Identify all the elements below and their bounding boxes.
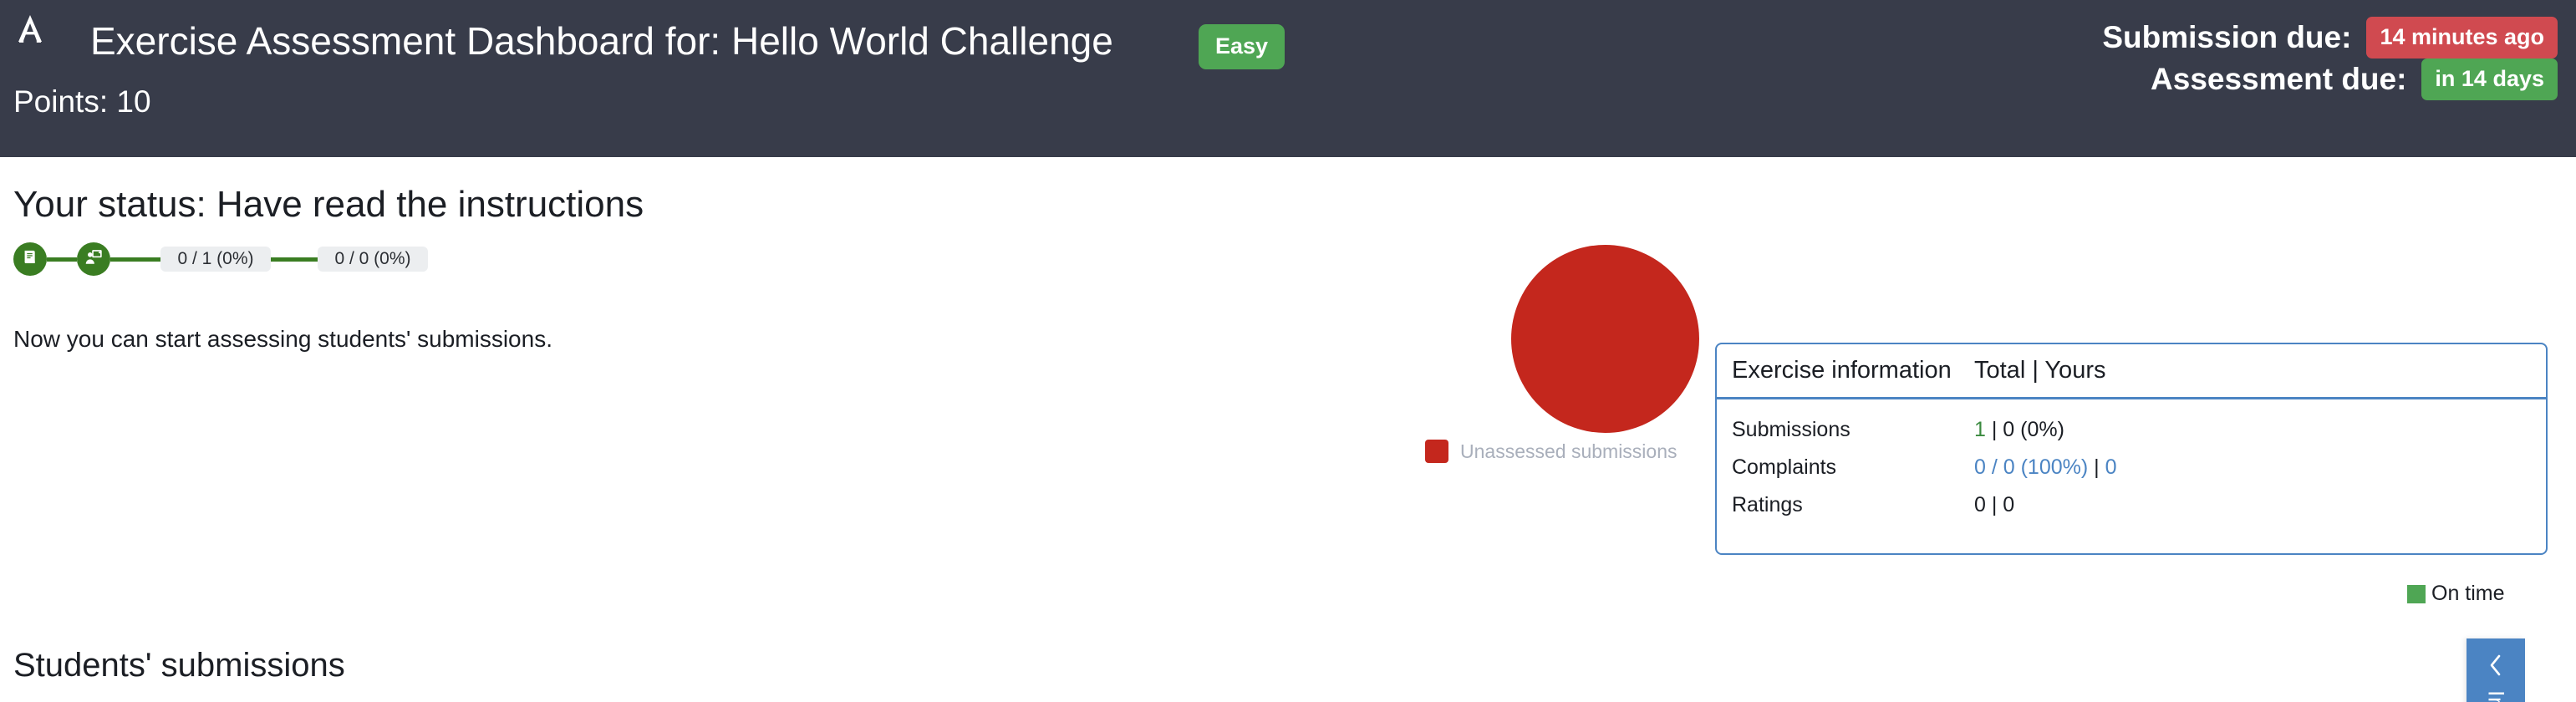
exercise-information-card: Exercise information Total | Yours Submi… [1715, 343, 2548, 555]
info-value-submissions: 1 | 0 (0%) [1974, 418, 2064, 442]
info-row-ratings: Ratings 0 | 0 [1732, 486, 2531, 524]
exercise-information-title: Exercise information [1732, 357, 1974, 384]
status-heading: Your status: Have read the instructions [13, 184, 644, 226]
submission-due-row: Submission due: 14 minutes ago [1973, 17, 2558, 58]
instructions-tab-label: Instructions [2483, 690, 2509, 702]
submissions-pie-chart: Unassessed submissions [1153, 165, 1705, 408]
ontime-swatch [2407, 585, 2426, 603]
exercise-information-body: Submissions 1 | 0 (0%) Complaints 0 / 0 … [1717, 399, 2546, 524]
assessment-due-label: Assessment due: [2151, 62, 2406, 97]
instructions-side-tab[interactable]: Instructions [2467, 638, 2525, 702]
status-note: Now you can start assessing students' su… [13, 326, 552, 353]
page-body: Your status: Have read the instructions [0, 157, 2576, 702]
progress-connector-2 [110, 257, 160, 262]
ontime-label: On time [2431, 582, 2505, 606]
info-value-submissions-total[interactable]: 1 [1974, 418, 1986, 441]
submission-due-label: Submission due: [2102, 20, 2351, 55]
progress-chain: 0 / 1 (0%) 0 / 0 (0%) [13, 241, 428, 277]
info-value-submissions-yours: | 0 (0%) [1986, 418, 2064, 441]
page-title: Exercise Assessment Dashboard for: Hello… [90, 18, 1113, 64]
progress-pill-assessments: 0 / 1 (0%) [160, 247, 271, 272]
progress-connector-3 [271, 257, 318, 262]
progress-connector-1 [47, 257, 77, 262]
info-value-complaints-yours[interactable]: 0 [2105, 455, 2117, 479]
difficulty-badge: Easy [1199, 24, 1285, 69]
info-row-complaints: Complaints 0 / 0 (100%) | 0 [1732, 449, 2531, 486]
info-row-submissions: Submissions 1 | 0 (0%) [1732, 411, 2531, 449]
points-label: Points: 10 [13, 84, 151, 120]
submission-due-badge: 14 minutes ago [2366, 17, 2558, 58]
info-value-complaints-separator: | [2088, 455, 2105, 479]
exercise-information-header: Exercise information Total | Yours [1717, 344, 2546, 399]
progress-pill-complaints: 0 / 0 (0%) [318, 247, 428, 272]
info-label-ratings: Ratings [1732, 493, 1974, 517]
info-label-submissions: Submissions [1732, 418, 1974, 442]
chevron-left-icon [2487, 652, 2505, 679]
students-submissions-heading: Students' submissions [13, 647, 345, 684]
artemis-a-logo-icon [13, 12, 47, 45]
chart-legend: Unassessed submissions [1425, 440, 1677, 463]
info-label-complaints: Complaints [1732, 455, 1974, 480]
progress-step-instructions[interactable] [13, 242, 47, 276]
teacher-presentation-icon [84, 247, 104, 271]
info-value-ratings: 0 | 0 [1974, 493, 2014, 517]
assessment-due-badge: in 14 days [2421, 58, 2558, 100]
exercise-information-total-yours: Total | Yours [1974, 357, 2105, 384]
pie-slice-unassessed-submissions[interactable] [1511, 245, 1699, 433]
ontime-legend: On time [2407, 582, 2505, 606]
due-dates-block: Submission due: 14 minutes ago Assessmen… [1973, 17, 2558, 100]
assessment-due-row: Assessment due: in 14 days [1973, 58, 2558, 100]
info-value-complaints: 0 / 0 (100%) | 0 [1974, 455, 2116, 480]
progress-step-assessment[interactable] [77, 242, 110, 276]
page-header: Exercise Assessment Dashboard for: Hello… [0, 0, 2576, 157]
book-icon [21, 248, 39, 271]
legend-label-unassessed[interactable]: Unassessed submissions [1460, 440, 1677, 463]
legend-swatch-unassessed [1425, 440, 1448, 463]
info-value-complaints-total[interactable]: 0 / 0 (100%) [1974, 455, 2088, 479]
